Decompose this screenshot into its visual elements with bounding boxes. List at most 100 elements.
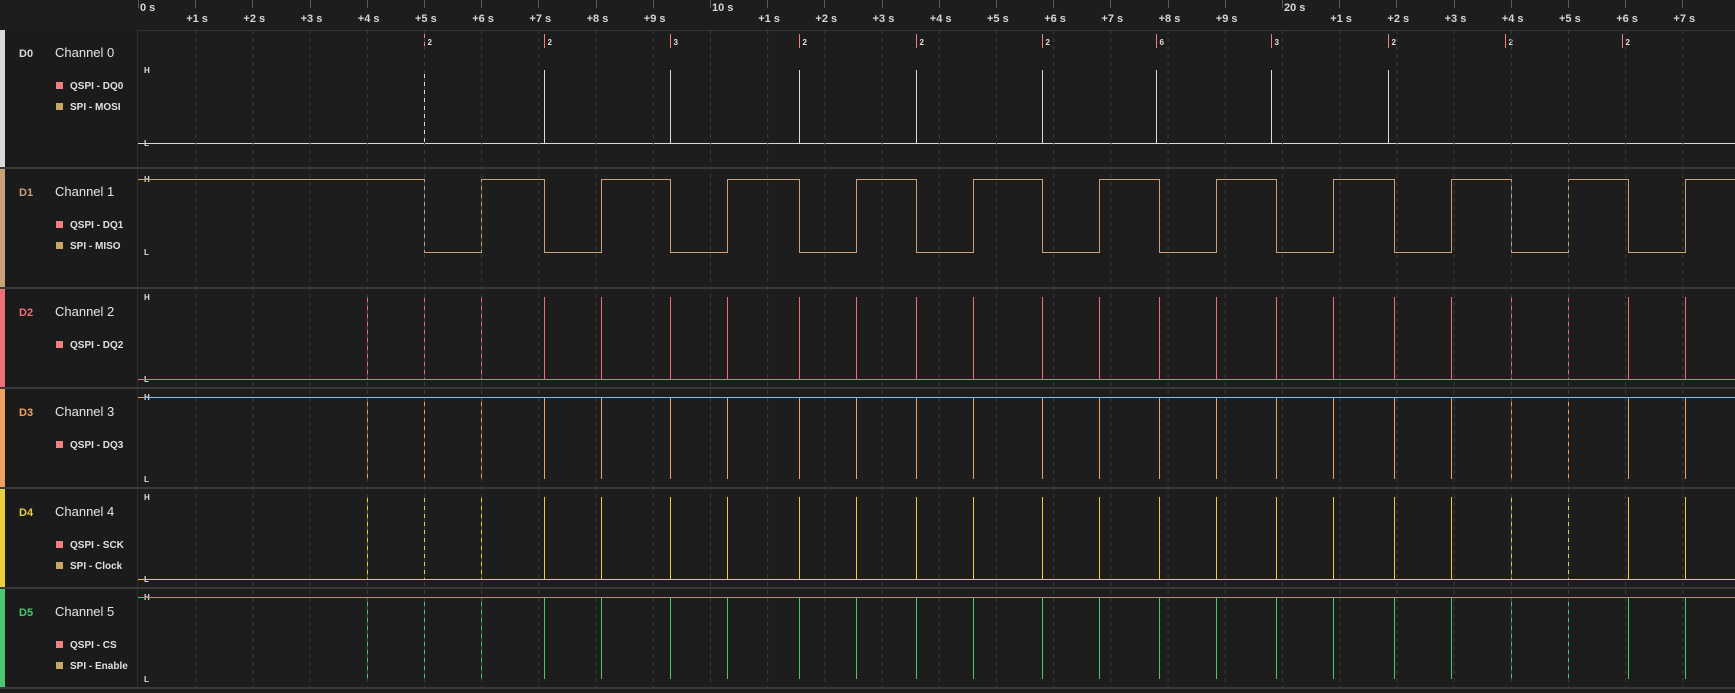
level-low-label: L [144, 675, 149, 684]
analyzer-tag[interactable]: QSPI - DQ1 [56, 220, 123, 231]
ruler-tick-mark [138, 0, 139, 8]
channel-name[interactable]: Channel 4 [55, 504, 114, 519]
analyzer-color-swatch [56, 221, 63, 228]
channel-label-panel[interactable]: D4 Channel 4 QSPI - SCK SPI - Clock [0, 489, 138, 587]
analyzer-label: SPI - MOSI [70, 102, 121, 113]
channel-label-panel[interactable]: D0 Channel 0 QSPI - DQ0 SPI - MOSI [0, 30, 138, 167]
waveform-D2[interactable]: HL [138, 289, 1735, 387]
ruler-tick-label: +4 s [1501, 13, 1524, 25]
waveform-D5[interactable]: HL [138, 589, 1735, 687]
channel-row-3[interactable]: D3 Channel 3 QSPI - DQ3 H L [0, 389, 1735, 489]
channel-name[interactable]: Channel 1 [55, 184, 114, 199]
decoded-value-marker[interactable]: 3 [670, 34, 679, 48]
decoded-value-marker[interactable]: 2 [1388, 34, 1397, 48]
ruler-tick-label: +6 s [472, 13, 494, 25]
ruler-tick-mark [938, 0, 940, 8]
analyzer-color-swatch [56, 662, 63, 669]
level-low-label: L [144, 475, 149, 484]
channel-row-0[interactable]: D0 Channel 0 QSPI - DQ0 SPI - MOSI H L 2 2 3 2 2 2 6… [0, 30, 1735, 169]
waveform-D3[interactable]: HL [138, 389, 1735, 487]
ruler-tick-label: +2 s [815, 13, 838, 25]
ruler-tick-label: +6 s [1616, 13, 1638, 25]
ruler-tick-mark [1510, 0, 1512, 8]
decoded-value-marker[interactable]: 2 [1042, 34, 1051, 48]
decoded-value-label: 2 [920, 38, 925, 47]
decoded-value-label: 2 [428, 38, 433, 47]
ruler-tick-label: +8 s [1158, 13, 1181, 25]
channel-name[interactable]: Channel 5 [55, 604, 114, 619]
ruler-tick-mark [1453, 0, 1455, 8]
ruler-tick-mark [652, 0, 654, 8]
waveform-D4[interactable]: HL [138, 489, 1735, 587]
square-wave [138, 179, 1735, 253]
ruler-tick-label: 20 s [1284, 2, 1306, 14]
decoded-value-label: 2 [1626, 38, 1631, 47]
decoded-value-label: 2 [1046, 38, 1051, 47]
analyzer-label: SPI - MISO [70, 241, 121, 252]
analyzer-color-swatch [56, 562, 63, 569]
decoded-value-label: 3 [674, 38, 679, 47]
level-high-label: H [144, 293, 150, 302]
ruler-tick-label: +1 s [1330, 13, 1352, 25]
analyzer-label: SPI - Enable [70, 661, 128, 672]
decoded-value-marker[interactable]: 6 [1156, 34, 1165, 48]
ruler-tick-mark [1568, 0, 1569, 8]
analyzer-tag[interactable]: QSPI - DQ2 [56, 340, 123, 351]
channel-color-bar [0, 289, 5, 387]
ruler-tick-label: +3 s [1444, 13, 1467, 25]
ruler-tick-mark [1110, 0, 1112, 8]
analyzer-tag[interactable]: SPI - MISO [56, 241, 121, 252]
ruler-tick-mark [996, 0, 997, 8]
ruler-tick-mark [1396, 0, 1398, 8]
waveform-D0[interactable]: HL2 2 3 2 2 2 6 3 2 2 2 [138, 30, 1735, 167]
ruler-tick-label: +9 s [1215, 13, 1238, 25]
ruler-tick-label: +4 s [357, 13, 380, 25]
logic-analyzer-window: 0 s +1 s +2 s +3 s +4 s +5 s +6 s +7 s +8 s +9 s 1… [0, 0, 1735, 693]
channel-row-2[interactable]: D2 Channel 2 QSPI - DQ2 H L [0, 289, 1735, 389]
analyzer-color-swatch [56, 82, 63, 89]
channel-name[interactable]: Channel 2 [55, 304, 114, 319]
decoded-value-marker[interactable]: 2 [424, 34, 433, 48]
channel-color-bar [0, 489, 5, 587]
channel-label-panel[interactable]: D5 Channel 5 QSPI - CS SPI - Enable [0, 589, 138, 687]
ruler-tick-label: +7 s [1673, 13, 1696, 25]
decoded-value-marker[interactable]: 2 [544, 34, 553, 48]
analyzer-tag[interactable]: QSPI - CS [56, 640, 117, 651]
channel-name[interactable]: Channel 0 [55, 45, 114, 60]
channel-row-4[interactable]: D4 Channel 4 QSPI - SCK SPI - Clock H L [0, 489, 1735, 589]
channel-label-panel[interactable]: D2 Channel 2 QSPI - DQ2 [0, 289, 138, 387]
decoded-value-marker[interactable]: 2 [916, 34, 925, 48]
analyzer-label: QSPI - DQ2 [70, 340, 124, 351]
ruler-tick-mark [538, 0, 540, 8]
decoded-value-marker[interactable]: 2 [1622, 34, 1631, 48]
analyzer-tag[interactable]: QSPI - DQ3 [56, 440, 123, 451]
analyzer-label: SPI - Clock [70, 561, 123, 572]
decoded-value-marker[interactable]: 2 [799, 34, 808, 48]
channel-label-panel[interactable]: D3 Channel 3 QSPI - DQ3 [0, 389, 138, 487]
channel-row-5[interactable]: D5 Channel 5 QSPI - CS SPI - Enable H L [0, 589, 1735, 689]
channel-row-1[interactable]: D1 Channel 1 QSPI - DQ1 SPI - MISO H L [0, 169, 1735, 289]
analyzer-tag[interactable]: SPI - Clock [56, 561, 122, 572]
ruler-tick-mark [195, 0, 197, 8]
ruler-tick-mark [1339, 0, 1341, 8]
time-ruler[interactable]: 0 s +1 s +2 s +3 s +4 s +5 s +6 s +7 s +8 s +9 s 1… [138, 0, 1735, 31]
decoded-value-label: 2 [803, 38, 808, 47]
analyzer-color-swatch [56, 541, 63, 548]
channel-label-panel[interactable]: D1 Channel 1 QSPI - DQ1 SPI - MISO [0, 169, 138, 287]
analyzer-label: QSPI - DQ3 [70, 440, 124, 451]
analyzer-tag[interactable]: QSPI - DQ0 [56, 81, 123, 92]
analyzer-tag[interactable]: QSPI - SCK [56, 540, 124, 551]
ruler-tick-label: +6 s [1044, 13, 1066, 25]
channel-name[interactable]: Channel 3 [55, 404, 114, 419]
decoded-value-marker[interactable]: 2 [1505, 34, 1514, 48]
ruler-tick-mark [595, 0, 597, 8]
channel-id: D0 [19, 48, 34, 60]
decoded-value-label: 2 [1392, 38, 1397, 47]
decoded-value-marker[interactable]: 3 [1271, 34, 1280, 48]
analyzer-tag[interactable]: SPI - MOSI [56, 102, 121, 113]
waveform-D1[interactable]: HL [138, 169, 1735, 287]
analyzer-color-swatch [56, 641, 63, 648]
analyzer-tag[interactable]: SPI - Enable [56, 661, 128, 672]
analyzer-color-swatch [56, 341, 63, 348]
ruler-tick-label: +1 s [758, 13, 780, 25]
